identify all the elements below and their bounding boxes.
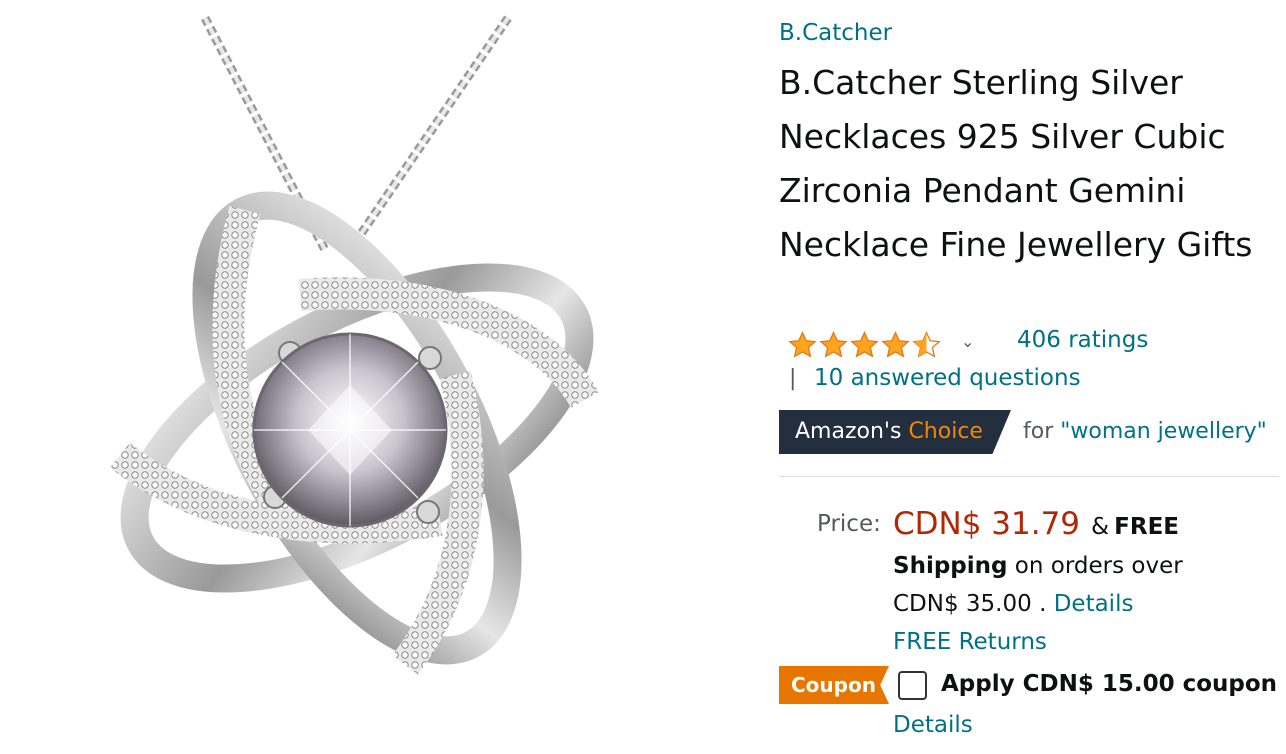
chevron-down-icon[interactable]: ⌄ [961, 332, 974, 351]
shipping-minimum-line: CDN$ 35.00 . Details [893, 591, 1133, 617]
star-half-icon [912, 331, 941, 358]
answered-questions-link[interactable]: 10 answered questions [814, 365, 1081, 391]
free-label: FREE [1114, 514, 1180, 540]
shipping-details-link[interactable]: Details [1054, 591, 1134, 617]
star-full-icon [819, 331, 848, 358]
product-title: B.Catcher Sterling Silver Necklaces 925 … [779, 63, 1253, 264]
shipping-line: Shipping on orders over [893, 553, 1183, 579]
necklace-pendant-image [109, 15, 599, 675]
amazons-choice-badge[interactable]: Amazon's Choice [779, 410, 1011, 454]
choice-keyword-link[interactable]: "woman jewellery" [1060, 419, 1267, 444]
brand-link[interactable]: B.Catcher [779, 20, 892, 46]
price-amp: & [1091, 514, 1110, 540]
choice-highlight: Choice [908, 419, 983, 444]
choice-prefix: Amazon's [795, 419, 902, 444]
coupon-checkbox[interactable] [898, 671, 927, 700]
coupon-apply-text[interactable]: Apply CDN$ 15.00 coupon [941, 671, 1277, 697]
choice-for-text: for "woman jewellery" [1023, 419, 1267, 444]
star-full-icon [850, 331, 879, 358]
coupon-details-link[interactable]: Details [893, 712, 973, 738]
coupon-badge: Coupon [779, 666, 889, 704]
star-full-icon [881, 331, 910, 358]
choice-for-label: for [1023, 419, 1054, 444]
divider [779, 476, 1279, 477]
price-amount: CDN$ 31.79 [893, 506, 1081, 542]
separator: | [789, 366, 797, 391]
price-line: CDN$ 31.79 & FREE [893, 506, 1179, 542]
free-returns-link[interactable]: FREE Returns [893, 629, 1047, 655]
star-rating[interactable] [787, 330, 942, 361]
ratings-link[interactable]: 406 ratings [1017, 327, 1148, 353]
product-image[interactable] [0, 0, 740, 754]
shipping-rest: on orders over [1014, 553, 1183, 579]
shipping-minimum: CDN$ 35.00 . [893, 591, 1047, 617]
price-label: Price: [817, 511, 881, 537]
star-full-icon [788, 331, 817, 358]
shipping-bold: Shipping [893, 553, 1008, 579]
